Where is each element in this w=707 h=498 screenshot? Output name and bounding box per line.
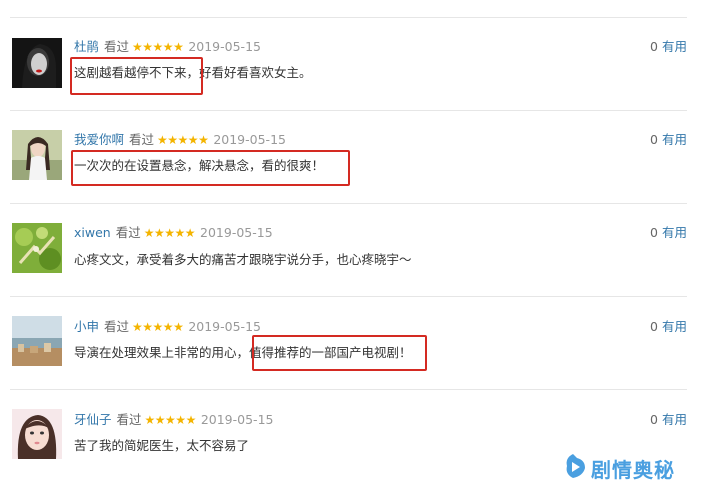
watch-status: 看过 [104, 39, 130, 54]
username-link[interactable]: 牙仙子 [74, 412, 112, 427]
play-logo-icon [563, 452, 587, 484]
useful-label: 有用 [661, 412, 687, 427]
divider [10, 17, 687, 18]
username-link[interactable]: 我爱你啊 [74, 132, 124, 147]
useful-label: 有用 [661, 39, 687, 54]
watch-status: 看过 [115, 225, 141, 240]
useful-vote-button[interactable]: 0 有用 [650, 39, 687, 55]
avatar[interactable] [12, 223, 62, 273]
useful-vote-button[interactable]: 0 有用 [650, 225, 687, 241]
useful-label: 有用 [661, 132, 687, 147]
highlight-box [71, 150, 350, 186]
username-link[interactable]: 小申 [74, 319, 99, 334]
rating-stars: ★★★★★ [144, 413, 197, 427]
avatar[interactable] [12, 316, 62, 366]
useful-count: 0 [650, 225, 658, 240]
watermark-text: 剧情奥秘 [591, 457, 675, 482]
useful-vote-button[interactable]: 0 有用 [650, 412, 687, 428]
rating-stars: ★★★★★ [157, 133, 209, 147]
divider [10, 203, 687, 204]
highlight-box [70, 57, 203, 95]
useful-count: 0 [650, 132, 658, 147]
useful-label: 有用 [661, 225, 687, 240]
useful-label: 有用 [661, 319, 687, 334]
comment-date: 2019-05-15 [213, 132, 286, 147]
useful-count: 0 [650, 39, 658, 54]
avatar[interactable] [12, 130, 62, 180]
comment-date: 2019-05-15 [188, 39, 261, 54]
username-link[interactable]: 杜鹃 [74, 39, 99, 54]
highlight-box [252, 335, 427, 371]
comment-date: 2019-05-15 [200, 225, 273, 240]
watermark: 剧情奥秘 [563, 452, 675, 484]
comment-date: 2019-05-15 [200, 412, 274, 427]
avatar[interactable] [12, 38, 62, 88]
rating-stars: ★★★★★ [132, 40, 184, 54]
comment-text: 心疼文文，承受着多大的痛苦才跟晓宇说分手，也心疼晓宇～ [74, 252, 412, 267]
rating-stars: ★★★★★ [132, 320, 184, 334]
divider [10, 389, 687, 390]
comment-date: 2019-05-15 [188, 319, 261, 334]
watch-status: 看过 [104, 319, 130, 334]
useful-vote-button[interactable]: 0 有用 [650, 132, 687, 148]
avatar[interactable] [12, 409, 62, 459]
comment-text: 苦了我的简妮医生，太不容易了 [74, 438, 250, 453]
useful-count: 0 [650, 412, 658, 427]
rating-stars: ★★★★★ [143, 226, 196, 240]
watch-status: 看过 [129, 132, 155, 147]
useful-vote-button[interactable]: 0 有用 [650, 319, 687, 335]
username-link[interactable]: xiwen [74, 225, 111, 240]
divider [10, 110, 687, 111]
useful-count: 0 [650, 319, 658, 334]
watch-status: 看过 [116, 412, 142, 427]
divider [10, 296, 687, 297]
